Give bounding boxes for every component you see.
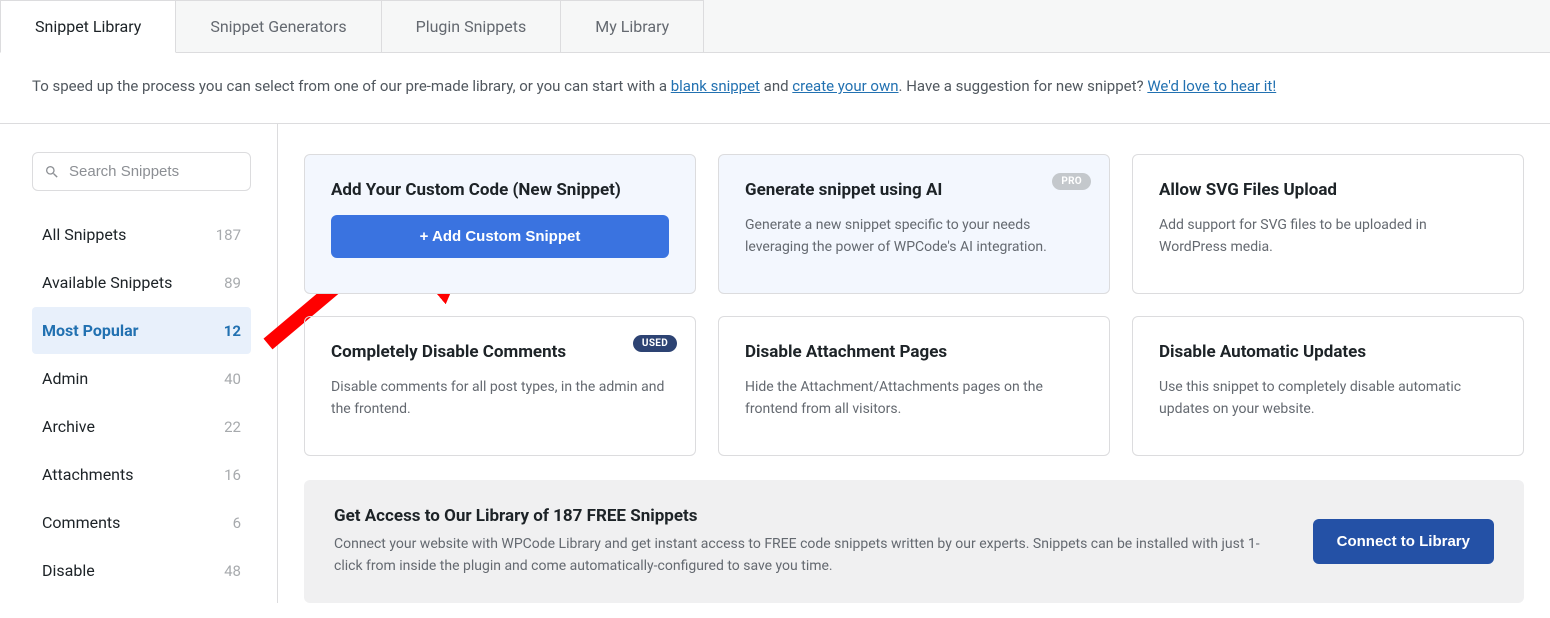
card-disable-attachment-pages[interactable]: Disable Attachment Pages Hide the Attach… xyxy=(718,316,1110,456)
card-desc: Disable comments for all post types, in … xyxy=(331,377,669,420)
search-box xyxy=(32,152,251,191)
category-most-popular[interactable]: Most Popular 12 xyxy=(32,307,251,354)
add-custom-snippet-button[interactable]: + Add Custom Snippet xyxy=(331,215,669,258)
cards-grid: Add Your Custom Code (New Snippet) + Add… xyxy=(304,154,1524,456)
category-label: Archive xyxy=(42,417,95,436)
intro-text: To speed up the process you can select f… xyxy=(0,53,1550,124)
category-label: Available Snippets xyxy=(42,273,172,292)
main-content: Add Your Custom Code (New Snippet) + Add… xyxy=(278,124,1550,603)
card-title: Disable Automatic Updates xyxy=(1159,341,1497,363)
card-desc: Hide the Attachment/Attachments pages on… xyxy=(745,377,1083,420)
category-list: All Snippets 187 Available Snippets 89 M… xyxy=(32,211,251,594)
category-attachments[interactable]: Attachments 16 xyxy=(32,451,251,498)
intro-mid1: and xyxy=(760,77,792,95)
card-title: Disable Attachment Pages xyxy=(745,341,1083,363)
category-count: 6 xyxy=(233,514,241,532)
intro-prefix: To speed up the process you can select f… xyxy=(32,77,671,95)
link-suggestion[interactable]: We'd love to hear it! xyxy=(1147,77,1276,95)
category-count: 187 xyxy=(216,226,241,244)
category-disable[interactable]: Disable 48 xyxy=(32,547,251,594)
card-generate-ai[interactable]: PRO Generate snippet using AI Generate a… xyxy=(718,154,1110,294)
link-blank-snippet[interactable]: blank snippet xyxy=(671,77,760,95)
tab-snippet-library[interactable]: Snippet Library xyxy=(0,0,176,53)
card-add-custom-code[interactable]: Add Your Custom Code (New Snippet) + Add… xyxy=(304,154,696,294)
card-disable-comments[interactable]: USED Completely Disable Comments Disable… xyxy=(304,316,696,456)
pro-badge: PRO xyxy=(1052,173,1091,190)
sidebar: All Snippets 187 Available Snippets 89 M… xyxy=(0,124,278,603)
card-desc: Add support for SVG files to be uploaded… xyxy=(1159,215,1497,258)
category-count: 89 xyxy=(224,274,241,292)
search-input[interactable] xyxy=(32,152,251,191)
connect-to-library-button[interactable]: Connect to Library xyxy=(1313,519,1494,564)
category-count: 16 xyxy=(224,466,241,484)
search-icon xyxy=(44,164,60,180)
category-label: Comments xyxy=(42,513,120,532)
intro-mid2: . Have a suggestion for new snippet? xyxy=(899,77,1148,95)
tab-plugin-snippets[interactable]: Plugin Snippets xyxy=(382,0,562,52)
category-count: 22 xyxy=(224,418,241,436)
banner-desc: Connect your website with WPCode Library… xyxy=(334,534,1283,577)
category-label: Admin xyxy=(42,369,88,388)
card-desc: Generate a new snippet specific to your … xyxy=(745,215,1083,258)
category-all-snippets[interactable]: All Snippets 187 xyxy=(32,211,251,258)
category-label: Disable xyxy=(42,561,95,580)
category-label: All Snippets xyxy=(42,225,126,244)
card-disable-automatic-updates[interactable]: Disable Automatic Updates Use this snipp… xyxy=(1132,316,1524,456)
category-admin[interactable]: Admin 40 xyxy=(32,355,251,402)
card-title: Add Your Custom Code (New Snippet) xyxy=(331,179,669,201)
link-create-your-own[interactable]: create your own xyxy=(792,77,898,95)
tab-snippet-generators[interactable]: Snippet Generators xyxy=(176,0,381,52)
card-desc: Use this snippet to completely disable a… xyxy=(1159,377,1497,420)
category-count: 12 xyxy=(224,322,241,340)
card-title: Allow SVG Files Upload xyxy=(1159,179,1497,201)
card-title: Completely Disable Comments xyxy=(331,341,669,363)
category-archive[interactable]: Archive 22 xyxy=(32,403,251,450)
banner-text: Get Access to Our Library of 187 FREE Sn… xyxy=(334,506,1283,577)
used-badge: USED xyxy=(633,335,677,352)
tab-my-library[interactable]: My Library xyxy=(561,0,704,52)
category-count: 40 xyxy=(224,370,241,388)
category-available-snippets[interactable]: Available Snippets 89 xyxy=(32,259,251,306)
category-label: Attachments xyxy=(42,465,134,484)
banner-title: Get Access to Our Library of 187 FREE Sn… xyxy=(334,506,1283,526)
card-title: Generate snippet using AI xyxy=(745,179,1083,201)
category-label: Most Popular xyxy=(42,321,139,340)
category-comments[interactable]: Comments 6 xyxy=(32,499,251,546)
card-allow-svg[interactable]: Allow SVG Files Upload Add support for S… xyxy=(1132,154,1524,294)
category-count: 48 xyxy=(224,562,241,580)
library-access-banner: Get Access to Our Library of 187 FREE Sn… xyxy=(304,480,1524,603)
tab-bar: Snippet Library Snippet Generators Plugi… xyxy=(0,0,1550,53)
